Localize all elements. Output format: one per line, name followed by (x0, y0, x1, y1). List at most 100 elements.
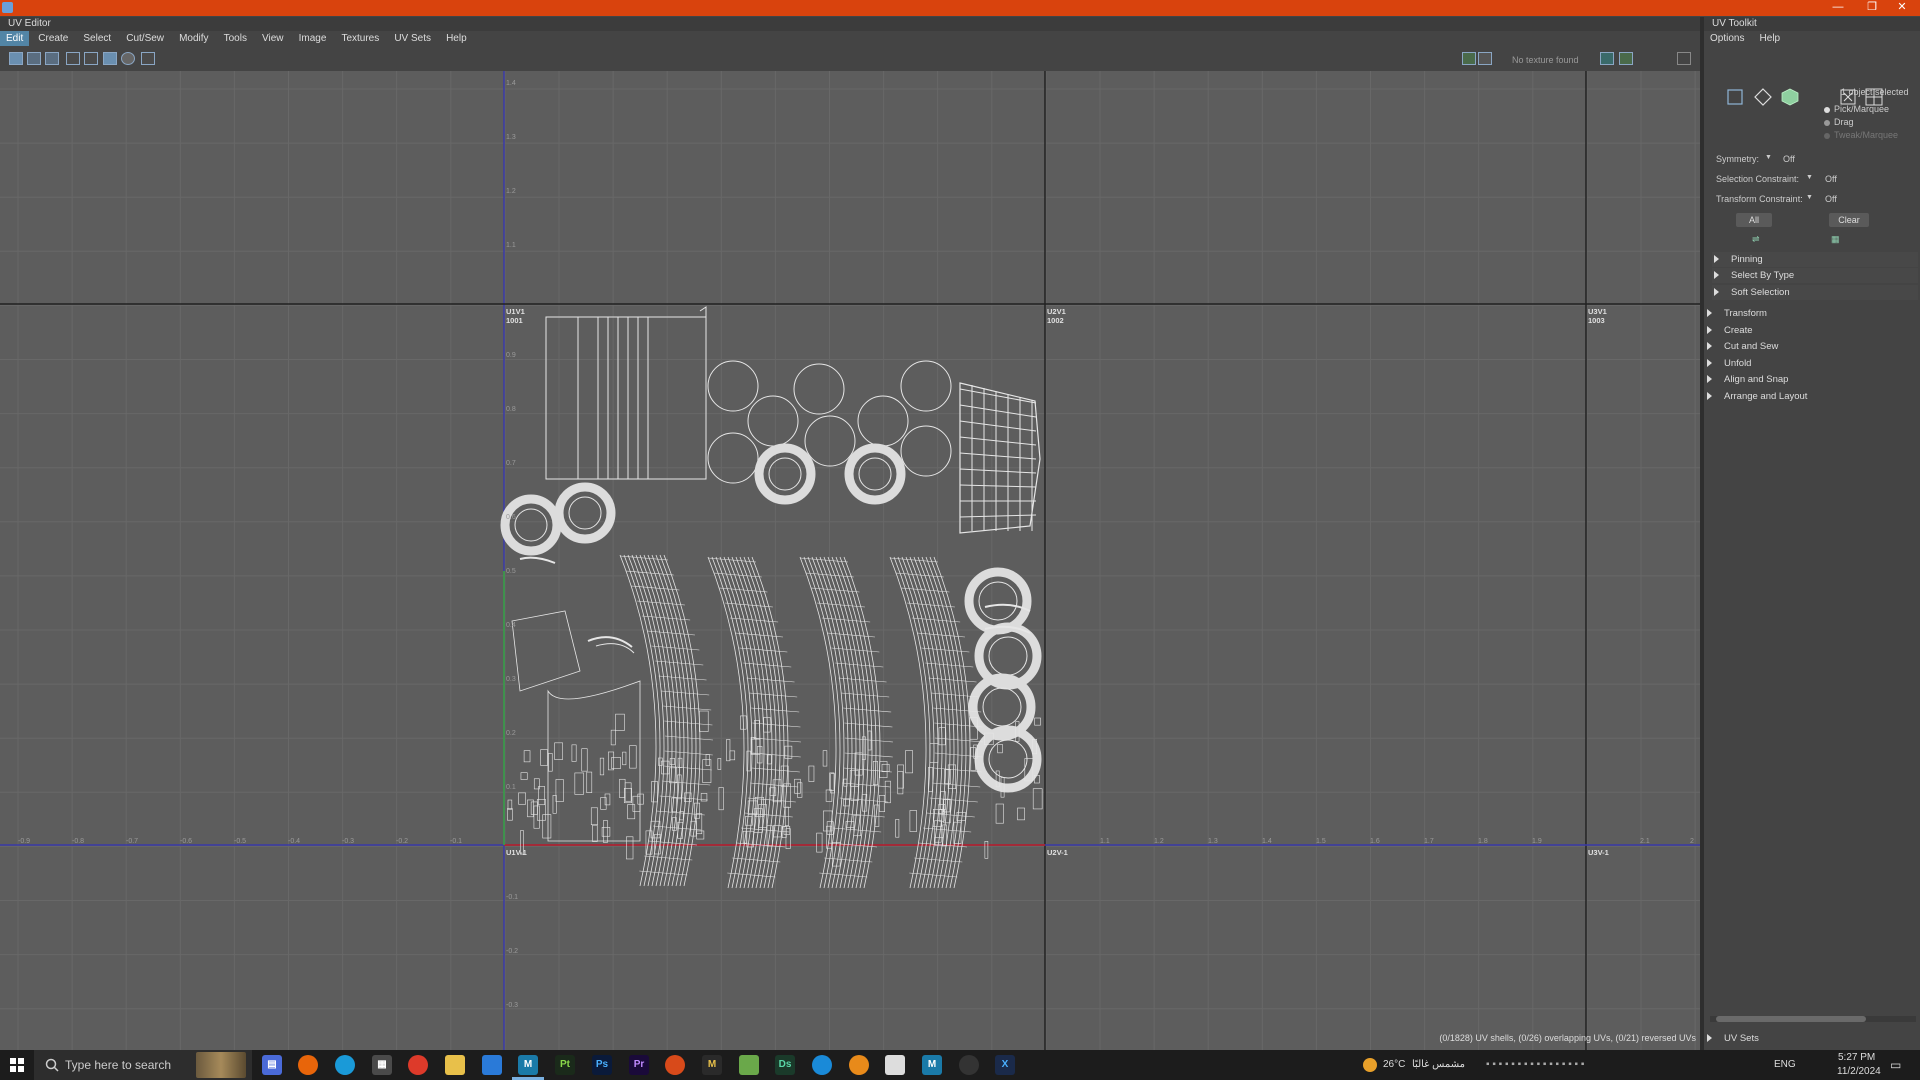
v-tick: -0.3 (506, 1002, 518, 1009)
snapshot-icon[interactable] (141, 52, 155, 65)
file-explorer-icon[interactable] (445, 1055, 465, 1075)
clear-selection-button[interactable]: Clear (1829, 213, 1869, 227)
v-tick: 0.8 (506, 406, 516, 413)
marmoset-icon[interactable]: M (702, 1055, 722, 1075)
vertex-select-icon[interactable] (1726, 88, 1744, 106)
uv-shells[interactable] (505, 307, 1042, 888)
weather-description[interactable]: مشمس غالبًا (1412, 1059, 1465, 1070)
scrollbar-thumb[interactable] (1716, 1016, 1866, 1022)
menu-create[interactable]: Create (32, 31, 74, 46)
task-view-icon[interactable]: ▤ (262, 1055, 282, 1075)
app-blue-icon[interactable] (482, 1055, 502, 1075)
expand-triangle-icon (1714, 288, 1719, 296)
toolkit-menu-help[interactable]: Help (1754, 31, 1787, 46)
maya-taskbar-icon[interactable]: M (518, 1055, 538, 1075)
app-white-icon[interactable] (885, 1055, 905, 1075)
selection-constraint-value[interactable]: Off (1825, 174, 1837, 184)
section-align-and-snap[interactable]: Align and Snap (1707, 372, 1913, 387)
pick-marquee-radio[interactable] (1824, 107, 1830, 113)
restore-button[interactable]: ❐ (1855, 0, 1889, 16)
substance-designer-icon[interactable]: Ds (775, 1055, 795, 1075)
uv-image-icon[interactable] (45, 52, 59, 65)
face-select-icon[interactable] (1781, 88, 1799, 106)
grow-selection-icon[interactable]: ▦ (1831, 234, 1840, 245)
frame-icon[interactable] (84, 52, 98, 65)
image-icon[interactable] (1619, 52, 1633, 65)
section-create[interactable]: Create (1707, 323, 1913, 338)
menu-textures[interactable]: Textures (335, 31, 385, 46)
expand-panel-icon[interactable] (1677, 52, 1691, 65)
app-circle-icon[interactable] (812, 1055, 832, 1075)
substance-painter-icon[interactable]: Pt (555, 1055, 575, 1075)
menu-help[interactable]: Help (440, 31, 473, 46)
u-tick: 2.1 (1640, 838, 1650, 845)
minimize-button[interactable]: — (1821, 0, 1855, 16)
tile-label-1003: 1003 (1588, 316, 1605, 325)
texture-display-icon[interactable] (1462, 52, 1476, 65)
checker-icon[interactable] (103, 52, 117, 65)
app-green-icon[interactable] (739, 1055, 759, 1075)
uv-grid-icon[interactable] (9, 52, 23, 65)
weather-icon[interactable] (1363, 1058, 1377, 1072)
u-tick: -0.6 (180, 838, 192, 845)
section-soft-selection[interactable]: Soft Selection (1712, 285, 1918, 300)
isolate-icon[interactable] (121, 52, 135, 65)
photoshop-icon[interactable]: Ps (592, 1055, 612, 1075)
menu-select[interactable]: Select (77, 31, 117, 46)
section-unfold[interactable]: Unfold (1707, 356, 1913, 371)
menu-tools[interactable]: Tools (218, 31, 253, 46)
edge-select-icon[interactable] (1754, 88, 1772, 106)
transform-constraint-value[interactable]: Off (1825, 194, 1837, 204)
u-tick: -0.5 (234, 838, 246, 845)
clock-time[interactable]: 5:27 PM (1838, 1052, 1875, 1063)
selection-constraint-dropdown-icon[interactable]: ▼ (1806, 174, 1813, 181)
menu-edit[interactable]: Edit (0, 31, 29, 46)
checker-map-icon[interactable] (1478, 52, 1492, 65)
menu-uv-sets[interactable]: UV Sets (388, 31, 437, 46)
chrome-icon[interactable] (408, 1055, 428, 1075)
maya-secondary-icon[interactable]: M (922, 1055, 942, 1075)
symmetry-dropdown-icon[interactable]: ▼ (1765, 154, 1772, 161)
section-select-by-type[interactable]: Select By Type (1712, 268, 1918, 283)
grid-toggle-icon[interactable] (66, 52, 80, 65)
blender-icon[interactable] (849, 1055, 869, 1075)
menu-cut-sew[interactable]: Cut/Sew (120, 31, 170, 46)
menu-image[interactable]: Image (293, 31, 333, 46)
premiere-icon[interactable]: Pr (629, 1055, 649, 1075)
uv-shell-icon[interactable] (27, 52, 41, 65)
uv-grid-canvas[interactable]: U1V1 1001 U2V1 1002 U3V1 1003 U1V-1 U2V-… (0, 71, 1700, 1050)
menu-modify[interactable]: Modify (173, 31, 214, 46)
app-orange-icon[interactable] (665, 1055, 685, 1075)
tile-label-u1v-1: U1V-1 (506, 848, 527, 857)
shrink-selection-icon[interactable]: ⇌ (1752, 234, 1760, 245)
notification-icon[interactable]: ▭ (1890, 1058, 1901, 1072)
drag-radio[interactable] (1824, 120, 1830, 126)
section-arrange-and-layout[interactable]: Arrange and Layout (1707, 389, 1913, 404)
section-pinning[interactable]: Pinning (1712, 252, 1918, 267)
toolkit-horizontal-scrollbar[interactable] (1710, 1016, 1916, 1022)
edge-icon[interactable] (335, 1055, 355, 1075)
uv-toolkit-panel: Options Help 1 object selected Pick/Marq… (1704, 31, 1920, 1050)
section-transform[interactable]: Transform (1707, 306, 1913, 321)
app-x-icon[interactable]: X (995, 1055, 1015, 1075)
close-button[interactable]: ✕ (1885, 0, 1919, 16)
menu-view[interactable]: View (256, 31, 290, 46)
tweak-marquee-radio[interactable] (1824, 133, 1830, 139)
firefox-icon[interactable] (298, 1055, 318, 1075)
sync-icon[interactable] (1600, 52, 1614, 65)
language-indicator[interactable]: ENG (1774, 1059, 1796, 1070)
expand-triangle-icon (1707, 1034, 1712, 1042)
weather-temperature[interactable]: 26°C (1383, 1059, 1405, 1070)
section-uv-sets[interactable]: UV Sets (1707, 1031, 1913, 1046)
system-tray-icons[interactable]: ▪ ▪ ▪ ▪ ▪ ▪ ▪ ▪ ▪ ▪ ▪ ▪ ▪ ▪ ▪ ▪ (1486, 1059, 1584, 1070)
clock-date[interactable]: 11/2/2024 (1837, 1066, 1881, 1077)
section-cut-and-sew[interactable]: Cut and Sew (1707, 339, 1913, 354)
app-dark-icon[interactable] (959, 1055, 979, 1075)
windows-start-icon[interactable] (10, 1058, 24, 1072)
uv-viewport[interactable]: U1V1 1001 U2V1 1002 U3V1 1003 U1V-1 U2V-… (0, 71, 1700, 1050)
symmetry-value[interactable]: Off (1783, 154, 1795, 164)
toolkit-menu-options[interactable]: Options (1704, 31, 1750, 46)
store-icon[interactable]: ▦ (372, 1055, 392, 1075)
select-all-button[interactable]: All (1736, 213, 1772, 227)
transform-constraint-dropdown-icon[interactable]: ▼ (1806, 194, 1813, 201)
